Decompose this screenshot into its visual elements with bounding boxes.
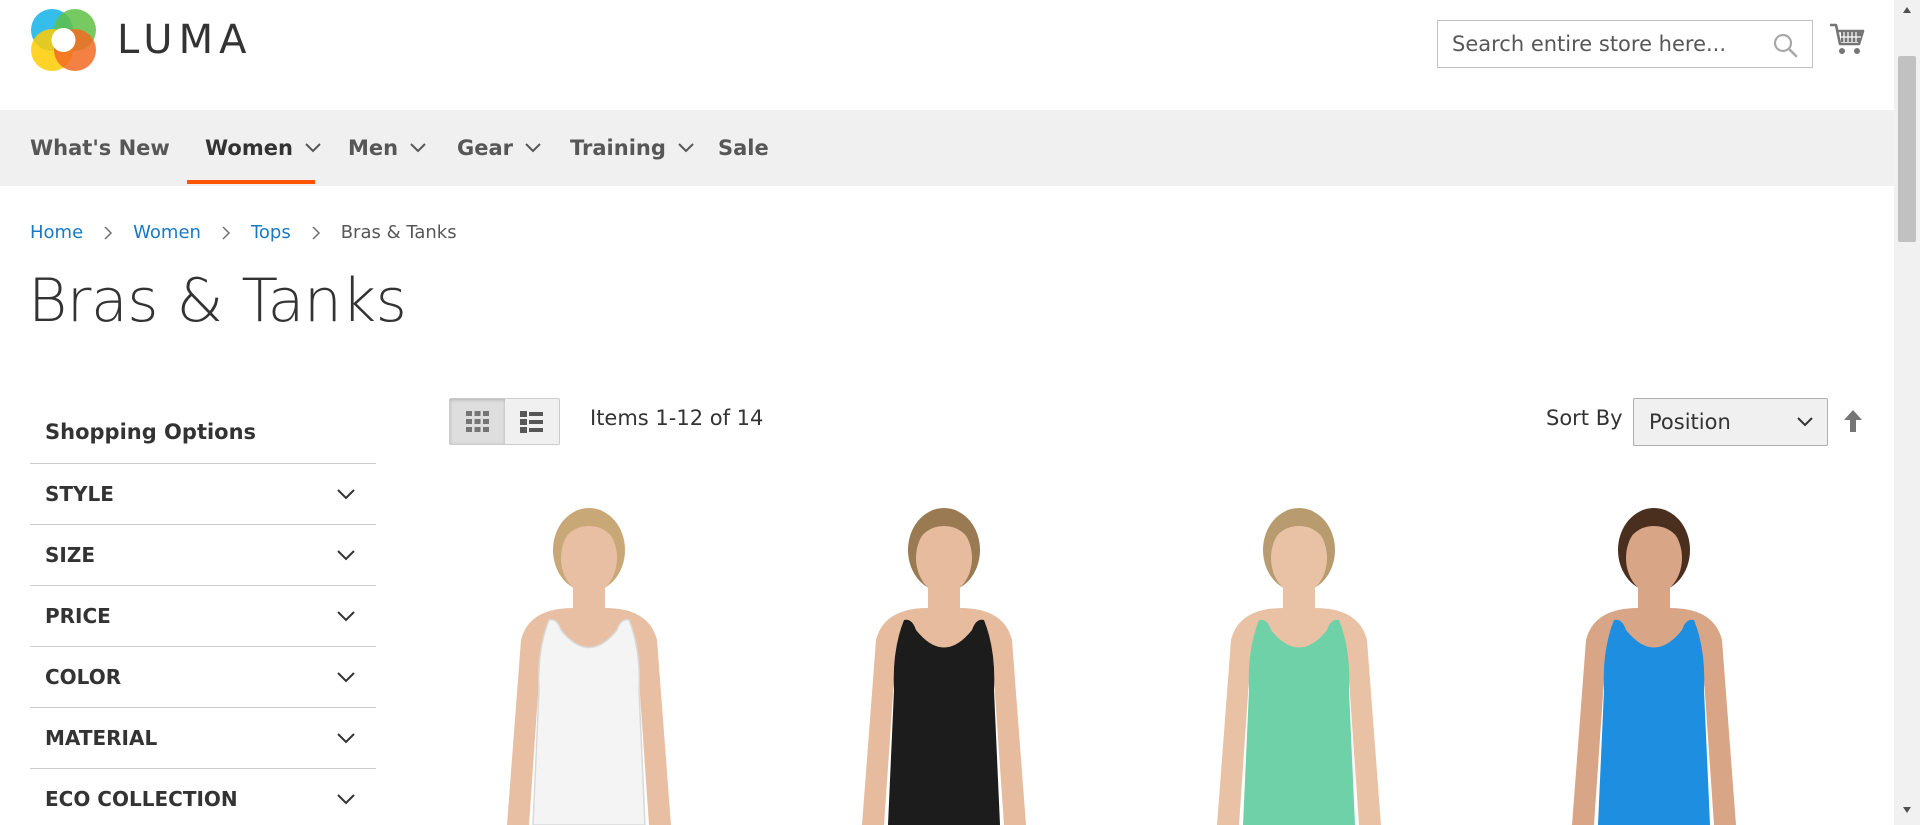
search-input[interactable] [1438,21,1812,67]
product-image[interactable] [1514,490,1794,825]
sidebar-title: Shopping Options [30,400,376,464]
filter-material[interactable]: MATERIAL [30,708,376,769]
filter-size[interactable]: SIZE [30,525,376,586]
grid-view-button[interactable] [450,399,505,444]
shopping-cart-icon[interactable] [1829,22,1865,56]
product-item[interactable] [1159,490,1439,825]
shopping-options-sidebar: Shopping Options STYLE SIZE PRICE COLOR … [30,400,376,825]
luma-logo-icon [31,9,96,71]
search-icon[interactable] [1772,32,1798,58]
list-view-button[interactable] [505,399,560,444]
chevron-down-icon [1797,417,1813,427]
nav-item-label: Women [205,136,293,160]
chevron-down-icon [525,143,541,153]
breadcrumb-tops[interactable]: Tops [251,222,291,243]
scrollbar-thumb[interactable] [1898,56,1916,242]
nav-item-sale[interactable]: Sale [718,110,769,186]
vertical-scrollbar[interactable] [1894,0,1920,825]
site-header: LUMA [0,0,1894,110]
chevron-down-icon [337,489,355,500]
chevron-down-icon [337,733,355,744]
sort-by-select[interactable]: Position [1633,398,1828,446]
nav-item-label: Sale [718,136,769,160]
product-image[interactable] [1159,490,1439,825]
items-count: Items 1-12 of 14 [590,406,764,430]
filter-label: STYLE [45,482,114,506]
filter-style[interactable]: STYLE [30,464,376,525]
list-icon [520,411,544,433]
filter-color[interactable]: COLOR [30,647,376,708]
breadcrumb-current: Bras & Tanks [340,222,457,243]
sort-by-value: Position [1649,410,1731,434]
product-grid [449,490,1869,825]
search-box [1437,20,1813,68]
product-image[interactable] [804,490,1084,825]
breadcrumb: Home Women Tops Bras & Tanks [30,222,457,243]
nav-item-women[interactable]: Women [205,110,321,186]
nav-item-gear[interactable]: Gear [457,110,541,186]
nav-item-men[interactable]: Men [348,110,426,186]
nav-item-label: Men [348,136,399,160]
filter-label: PRICE [45,604,111,628]
chevron-down-icon [337,550,355,561]
filter-label: MATERIAL [45,726,158,750]
chevron-right-icon [312,225,320,240]
sort-by-label: Sort By [1546,406,1623,430]
sort-ascending-arrow-icon[interactable] [1842,408,1864,434]
chevron-right-icon [104,225,113,240]
chevron-right-icon [222,225,230,240]
filter-label: SIZE [45,543,96,567]
nav-item-whats-new[interactable]: What's New [30,110,170,186]
chevron-down-icon [337,611,355,622]
filter-price[interactable]: PRICE [30,586,376,647]
scroll-down-arrow-icon[interactable] [1902,806,1912,814]
product-item[interactable] [1514,490,1794,825]
breadcrumb-home[interactable]: Home [30,222,83,243]
chevron-down-icon [337,672,355,683]
product-image[interactable] [449,490,729,825]
breadcrumb-women[interactable]: Women [133,222,201,243]
chevron-down-icon [337,794,355,805]
logo-text: LUMA [117,16,253,63]
page-title: Bras & Tanks [28,266,407,336]
main-navigation: What's New Women Men Gear Training Sale [0,110,1894,186]
nav-item-training[interactable]: Training [570,110,694,186]
chevron-down-icon [410,143,426,153]
filter-eco-collection[interactable]: ECO COLLECTION [30,769,376,825]
view-mode-switcher [449,398,560,445]
store-logo[interactable]: LUMA [30,6,252,73]
scroll-up-arrow-icon[interactable] [1902,6,1912,14]
filter-label: COLOR [45,665,122,689]
nav-item-label: Gear [457,136,514,160]
active-nav-indicator [187,180,315,184]
product-item[interactable] [804,490,1084,825]
grid-icon [465,411,489,432]
nav-item-label: Training [570,136,666,160]
filter-label: ECO COLLECTION [45,787,238,811]
nav-item-label: What's New [30,136,170,160]
chevron-down-icon [678,143,694,153]
product-item[interactable] [449,490,729,825]
chevron-down-icon [305,143,321,153]
